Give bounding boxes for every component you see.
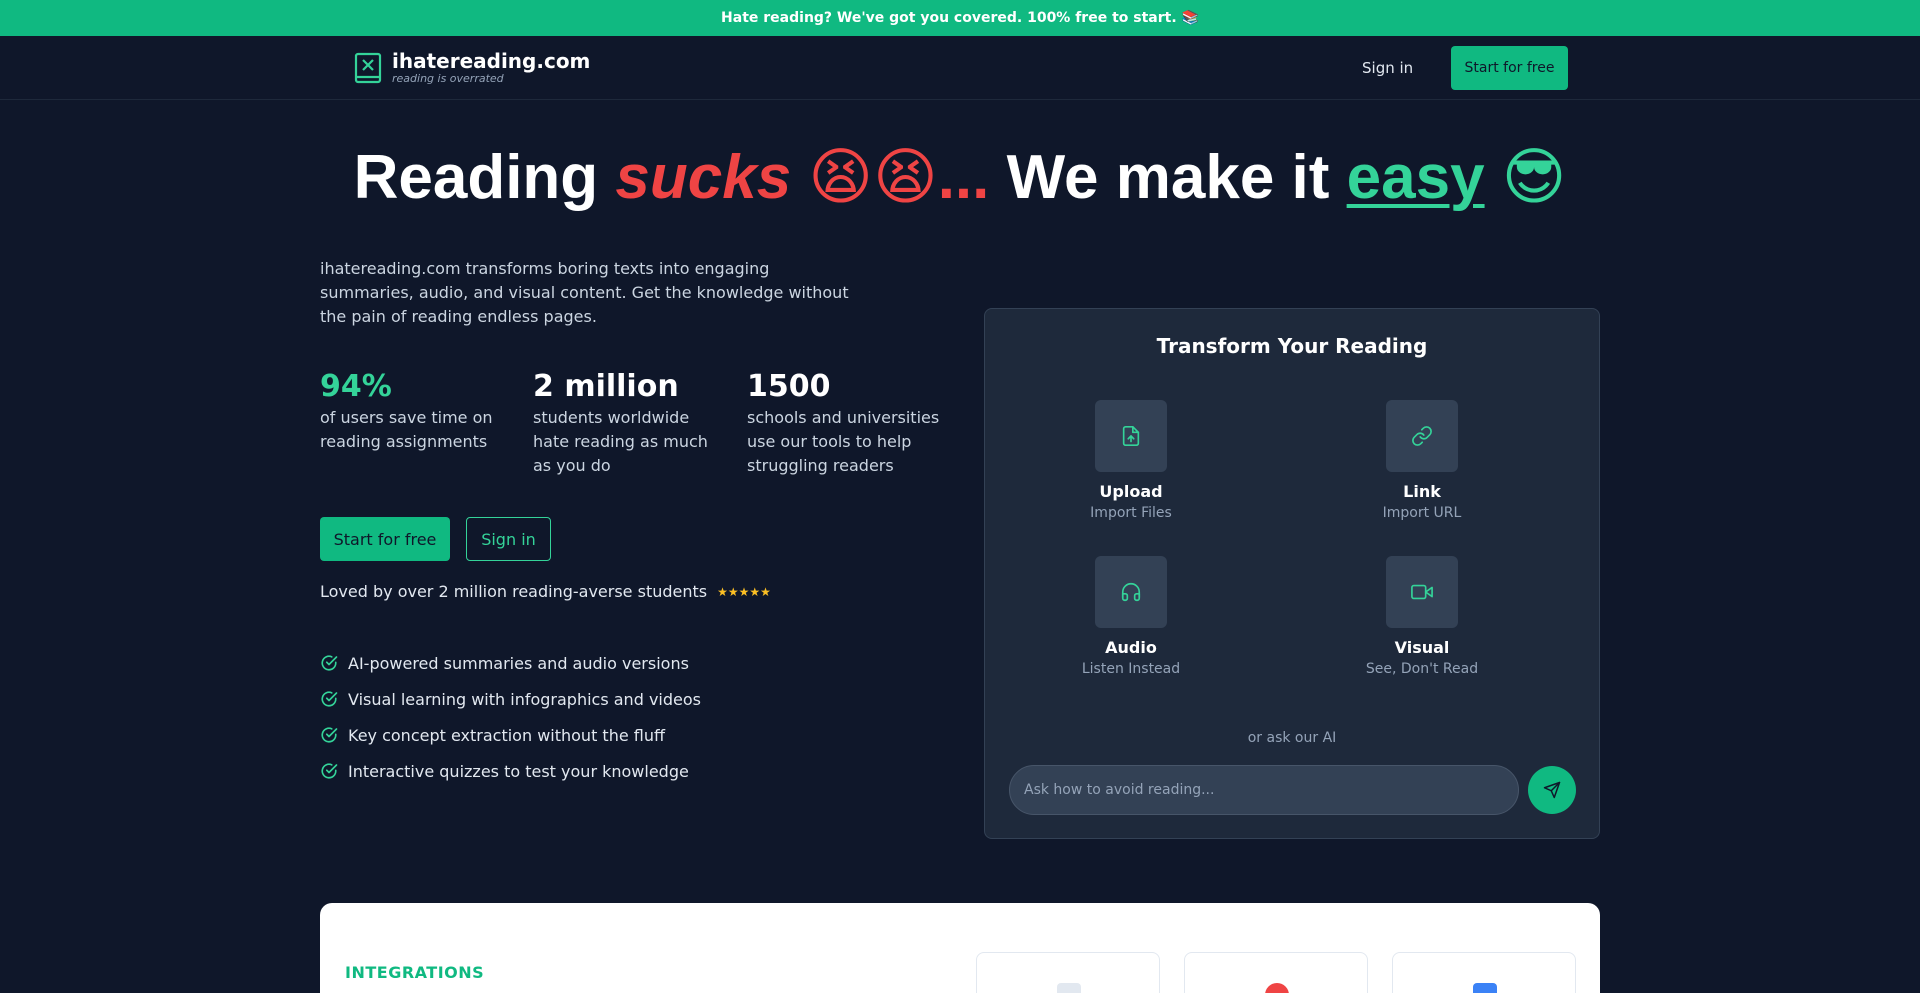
stat-label: students worldwide hate reading as much … [533, 408, 708, 475]
hero-title-emoji: 😫😫 [791, 143, 938, 212]
integrations-label: INTEGRATIONS [345, 963, 485, 982]
tile-subtitle: Import Files [1090, 505, 1172, 521]
tile-title: Visual [1394, 638, 1450, 657]
tile-title: Link [1403, 482, 1441, 501]
check-circle-icon [321, 655, 338, 671]
card-title: Transform Your Reading [1156, 334, 1428, 358]
check-circle-icon [321, 691, 338, 707]
social-proof: Loved by over 2 million reading-averse s… [320, 582, 771, 601]
logo-text: ihatereading.com reading is overrated [392, 50, 590, 85]
feature-list: AI-powered summaries and audio versions … [320, 645, 701, 789]
integrations-section: INTEGRATIONS [320, 903, 1600, 993]
visual-tile-box[interactable] [1386, 556, 1458, 628]
social-proof-text: Loved by over 2 million reading-averse s… [320, 582, 708, 601]
hero-title-emoji-2: 😎 [1484, 143, 1567, 212]
book-x-icon [354, 52, 382, 83]
tile-title: Upload [1099, 482, 1163, 501]
stat-label: schools and universities use our tools t… [747, 408, 940, 475]
hero-title-part-b: We make it [989, 143, 1347, 212]
navbar: ihatereading.com reading is overrated Si… [0, 36, 1920, 100]
nav-signin-button[interactable]: Sign in [1362, 54, 1413, 82]
list-item: Key concept extraction without the fluff [320, 717, 701, 753]
feature-text: Key concept extraction without the fluff [348, 725, 666, 745]
feature-text: Visual learning with infographics and vi… [348, 689, 701, 709]
tile-subtitle: Import URL [1382, 505, 1462, 521]
send-button[interactable] [1528, 766, 1576, 814]
tile-title: Audio [1105, 638, 1157, 657]
list-item: Visual learning with infographics and vi… [320, 681, 701, 717]
link-tile[interactable]: Link Import URL [1332, 400, 1512, 522]
stat-label: of users save time on reading assignment… [320, 408, 493, 451]
link-tile-box[interactable] [1386, 400, 1458, 472]
video-icon [1411, 584, 1433, 600]
integration-card[interactable] [1184, 952, 1368, 993]
stat-value: 2 million [533, 369, 679, 404]
signin-button[interactable]: Sign in [466, 517, 551, 561]
or-ask-label: or ask our AI [1247, 730, 1337, 746]
promo-banner: Hate reading? We've got you covered. 100… [0, 0, 1920, 36]
star-rating-icon: ★★★★★ [717, 584, 771, 599]
brand-tagline: reading is overrated [392, 72, 504, 85]
feature-text: AI-powered summaries and audio versions [348, 653, 689, 673]
hero-title-sucks: sucks [615, 143, 792, 212]
hero-title-easy: easy [1346, 143, 1485, 212]
integration-card[interactable] [976, 952, 1160, 993]
intro-text: ihatereading.com transforms boring texts… [320, 259, 849, 326]
integration-logo-icon [1265, 983, 1289, 993]
upload-tile[interactable]: Upload Import Files [1041, 400, 1221, 522]
stat-value: 1500 [747, 369, 831, 404]
transform-card: Transform Your Reading Upload Import Fil… [984, 308, 1600, 839]
start-for-free-button[interactable]: Start for free [320, 517, 450, 561]
audio-tile[interactable]: Audio Listen Instead [1041, 556, 1221, 678]
list-item: Interactive quizzes to test your knowled… [320, 753, 701, 789]
stat-value: 94% [320, 369, 392, 404]
integration-logo-icon [1057, 983, 1081, 993]
integration-card[interactable] [1392, 952, 1576, 993]
logo[interactable]: ihatereading.com reading is overrated [354, 50, 590, 85]
ask-ai-input[interactable] [1009, 765, 1519, 815]
tile-subtitle: See, Don't Read [1365, 661, 1479, 677]
check-circle-icon [321, 727, 338, 743]
visual-tile[interactable]: Visual See, Don't Read [1332, 556, 1512, 678]
tile-subtitle: Listen Instead [1081, 661, 1181, 677]
file-upload-icon [1122, 426, 1140, 446]
google-docs-icon [1473, 983, 1497, 993]
stat-users: 94% of users save time on reading assign… [320, 368, 510, 454]
hero-title-dots: ... [937, 143, 990, 212]
upload-tile-box[interactable] [1095, 400, 1167, 472]
list-item: AI-powered summaries and audio versions [320, 645, 701, 681]
stat-students: 2 million students worldwide hate readin… [533, 368, 728, 478]
hero-title: Reading sucks 😫😫... We make it easy 😎 [0, 140, 1920, 213]
stat-schools: 1500 schools and universities use our to… [747, 368, 947, 478]
audio-tile-box[interactable] [1095, 556, 1167, 628]
headphones-icon [1121, 583, 1141, 602]
nav-start-button[interactable]: Start for free [1451, 46, 1568, 90]
promo-banner-text: Hate reading? We've got you covered. 100… [721, 10, 1199, 26]
link-icon [1412, 426, 1432, 446]
feature-text: Interactive quizzes to test your knowled… [348, 761, 689, 781]
send-icon [1543, 781, 1561, 799]
hero-title-part-a: Reading [353, 143, 616, 212]
check-circle-icon [321, 763, 338, 779]
brand-name: ihatereading.com [392, 49, 591, 73]
